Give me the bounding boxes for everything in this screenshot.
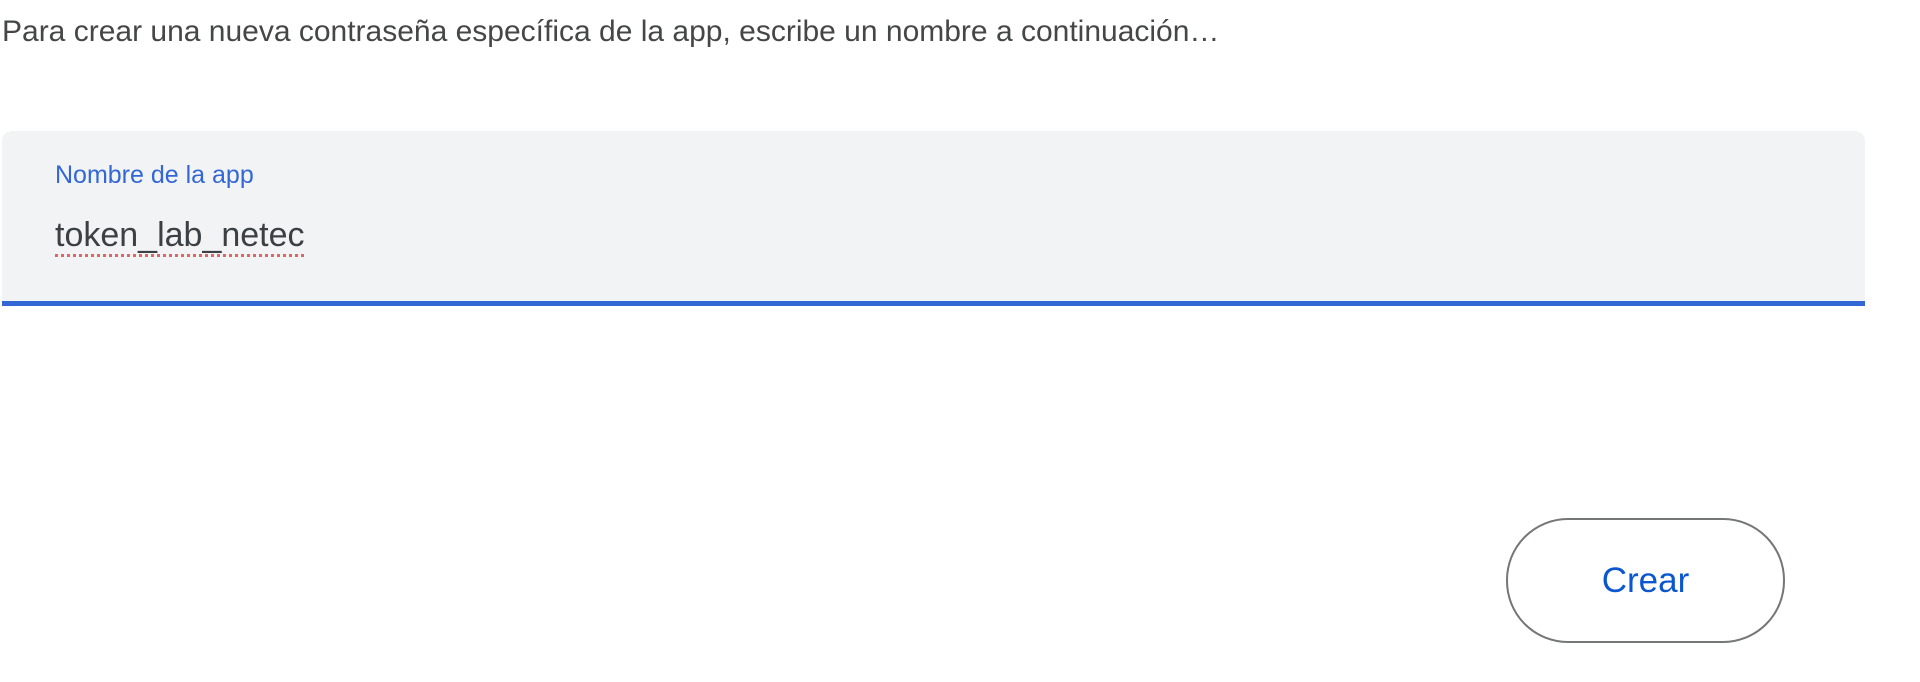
- app-name-input[interactable]: token_lab_netec: [55, 216, 305, 255]
- app-name-field[interactable]: Nombre de la app token_lab_netec: [2, 131, 1865, 306]
- instructions-text: Para crear una nueva contraseña específi…: [2, 15, 1220, 48]
- app-name-label: Nombre de la app: [55, 161, 254, 189]
- create-button[interactable]: Crear: [1506, 518, 1785, 643]
